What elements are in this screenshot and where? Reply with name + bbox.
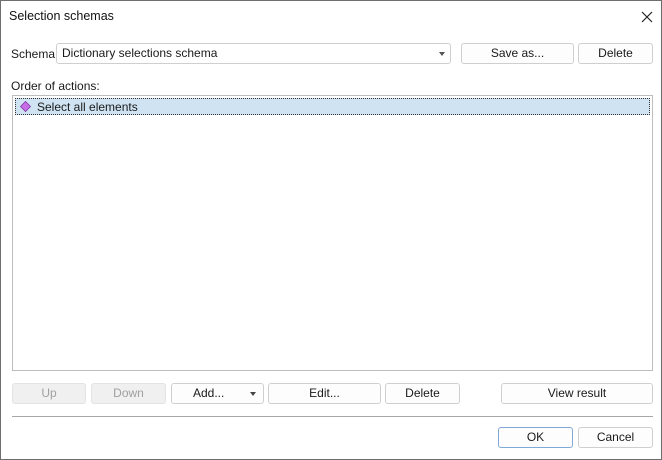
- add-button[interactable]: Add...: [171, 383, 264, 404]
- ok-button[interactable]: OK: [498, 427, 573, 448]
- dialog-title: Selection schemas: [9, 9, 114, 23]
- schema-label: Schema:: [11, 47, 59, 61]
- schema-dropdown-value: Dictionary selections schema: [62, 46, 218, 60]
- chevron-down-icon: [250, 392, 256, 396]
- list-item-label: Select all elements: [37, 100, 138, 114]
- close-button[interactable]: [637, 7, 657, 27]
- divider: [12, 416, 653, 417]
- delete-schema-button[interactable]: Delete: [578, 43, 653, 64]
- actions-list[interactable]: Select all elements: [12, 95, 653, 371]
- up-button[interactable]: Up: [12, 383, 86, 404]
- list-item[interactable]: Select all elements: [15, 98, 650, 115]
- view-result-button[interactable]: View result: [501, 383, 653, 404]
- cancel-button[interactable]: Cancel: [578, 427, 653, 448]
- delete-action-button[interactable]: Delete: [385, 383, 460, 404]
- save-as-button[interactable]: Save as...: [461, 43, 574, 64]
- down-button[interactable]: Down: [91, 383, 166, 404]
- order-of-actions-label: Order of actions:: [11, 79, 100, 93]
- edit-button[interactable]: Edit...: [268, 383, 381, 404]
- selection-schemas-dialog: Selection schemas Schema: Dictionary sel…: [0, 0, 662, 460]
- add-button-label: Add...: [193, 386, 225, 400]
- schema-dropdown[interactable]: Dictionary selections schema: [56, 43, 451, 64]
- chevron-down-icon: [439, 52, 445, 56]
- close-icon: [641, 11, 653, 23]
- purple-diamond-icon: [20, 101, 31, 112]
